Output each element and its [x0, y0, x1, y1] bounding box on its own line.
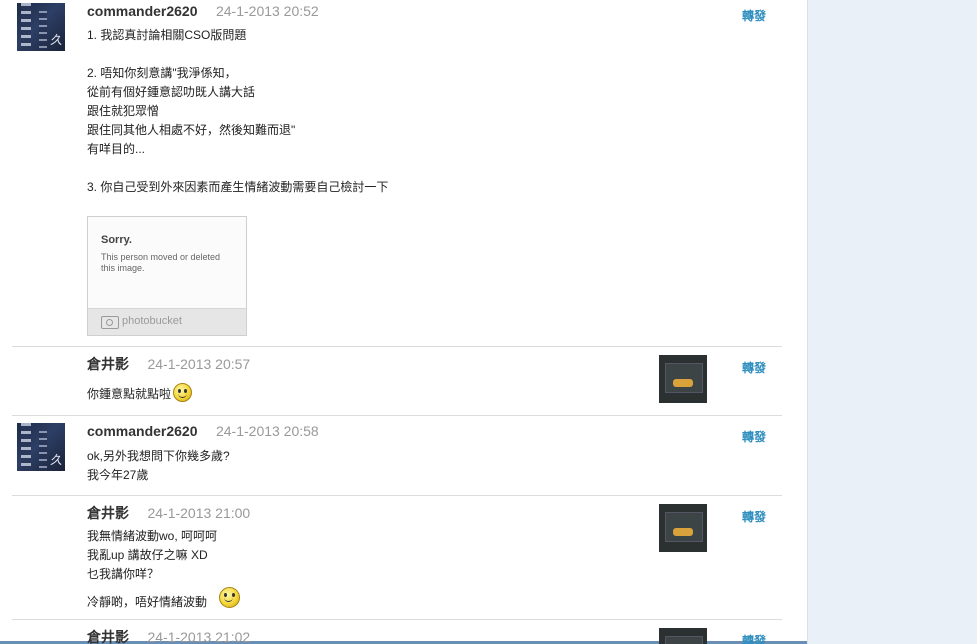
post-text-line: 有咩目的... [87, 142, 146, 156]
post-header: 倉井影 24-1-2013 21:00 [87, 503, 250, 523]
user-avatar[interactable]: 久 [17, 3, 65, 51]
post-header: commander2620 24-1-2013 20:52 [87, 3, 319, 23]
post-text-line: 1. 我認真討論相關CSO版問題 [87, 28, 247, 42]
post-text-line: 你鍾意點就點啦 [87, 387, 172, 401]
post: 倉井影 24-1-2013 20:57 轉發 你鍾意點就點啦 [12, 347, 782, 416]
post: 倉井影 24-1-2013 21:02 轉發 [12, 620, 782, 644]
photobucket-logo: photobucket [122, 315, 182, 327]
post-text-line: 3. 你自己受到外來因素而產生情緒波動需要自己檢討一下 [87, 180, 389, 194]
username[interactable]: 倉井影 [87, 629, 129, 644]
repost-link[interactable]: 轉發 [742, 632, 766, 644]
post-text-line: 我亂up 講故仔之嘛 XD [87, 548, 208, 562]
timestamp: 24-1-2013 20:57 [147, 356, 251, 372]
timestamp: 24-1-2013 21:02 [147, 629, 251, 644]
username[interactable]: 倉井影 [87, 356, 129, 372]
username[interactable]: 倉井影 [87, 505, 129, 521]
right-side-panel [807, 0, 977, 644]
post: 久 commander2620 24-1-2013 20:58 轉發 ok,另外… [12, 416, 782, 496]
smiley-icon [219, 587, 241, 608]
post-text-line: 跟住同其他人相處不好，然後知難而退" [87, 123, 296, 137]
post: 倉井影 24-1-2013 21:00 轉發 我無情緒波動wo, 呵呵呵 我亂u… [12, 496, 782, 620]
post-text-line: 冷靜啲，唔好情緒波動 [87, 595, 208, 609]
post-header: commander2620 24-1-2013 20:58 [87, 423, 319, 443]
post-header: 倉井影 24-1-2013 21:02 [87, 627, 250, 644]
post-header: 倉井影 24-1-2013 20:57 [87, 354, 250, 374]
repost-link[interactable]: 轉發 [742, 359, 766, 376]
post-body: ok,另外我想問下你幾多歲? 我今年27歲 [87, 447, 230, 485]
game-screenshot-thumbnail[interactable] [659, 504, 707, 552]
image-placeholder[interactable]: Sorry. This person moved or deleted this… [87, 216, 247, 336]
post-body: 1. 我認真討論相關CSO版問題 2. 唔知你刻意講"我淨係知， 從前有個好鍾意… [87, 26, 388, 197]
post-body: 你鍾意點就點啦 [87, 383, 193, 404]
repost-link[interactable]: 轉發 [742, 428, 766, 445]
username[interactable]: commander2620 [87, 423, 198, 439]
repost-link[interactable]: 轉發 [742, 7, 766, 24]
smiley-icon [173, 383, 193, 402]
post-text-line: 我今年27歲 [87, 468, 149, 482]
placeholder-footer: photobucket [88, 308, 246, 335]
timestamp: 24-1-2013 20:58 [215, 423, 319, 439]
placeholder-message: This person moved or deleted this image. [101, 252, 221, 273]
post-body: 我無情緒波動wo, 呵呵呵 我亂up 講故仔之嘛 XD 乜我講你咩？ 冷靜啲，唔… [87, 527, 241, 612]
repost-link[interactable]: 轉發 [742, 508, 766, 525]
post-text-line: 從前有個好鍾意認叻既人講大話 [87, 85, 256, 99]
game-screenshot-thumbnail[interactable] [659, 355, 707, 403]
post-text-line: 跟住就犯眾憎 [87, 104, 160, 118]
timestamp: 24-1-2013 21:00 [147, 505, 251, 521]
user-avatar[interactable]: 久 [17, 423, 65, 471]
username[interactable]: commander2620 [87, 3, 198, 19]
timestamp: 24-1-2013 20:52 [215, 3, 319, 19]
post-text-line: 乜我講你咩？ [87, 567, 160, 581]
placeholder-title: Sorry. [101, 234, 132, 246]
post-text-line: 我無情緒波動wo, 呵呵呵 [87, 529, 218, 543]
game-screenshot-thumbnail[interactable] [659, 628, 707, 644]
camera-icon [101, 316, 119, 329]
post-text-line: ok,另外我想問下你幾多歲? [87, 449, 230, 463]
post: 久 commander2620 24-1-2013 20:52 轉發 1. 我認… [12, 0, 782, 347]
post-text-line: 2. 唔知你刻意講"我淨係知， [87, 66, 237, 80]
